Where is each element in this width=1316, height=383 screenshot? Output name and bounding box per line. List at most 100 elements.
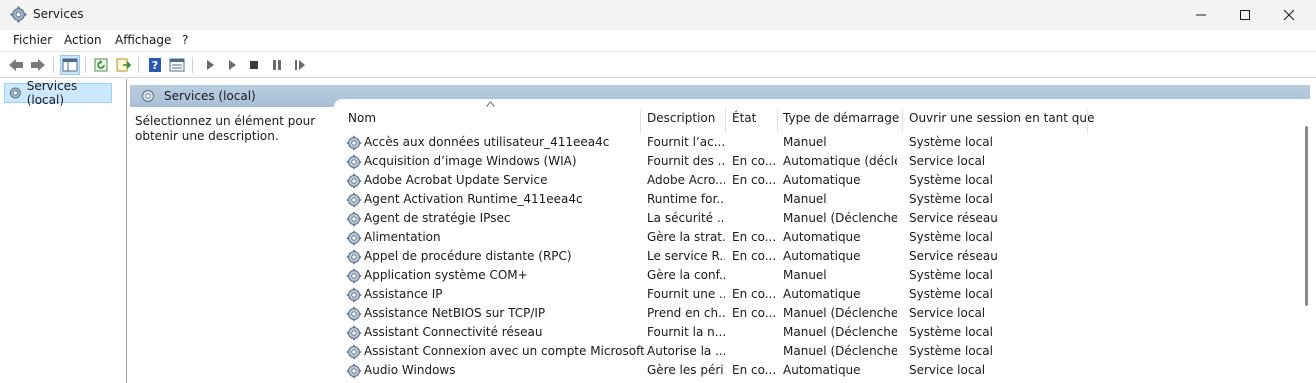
service-name: Application système COM+	[364, 268, 528, 282]
service-description: Le service R...	[647, 249, 725, 263]
service-startup-type: Automatique	[783, 363, 861, 377]
services-list: Nom Description État Type de démarrage O…	[334, 99, 1300, 383]
service-description: Gère les péri...	[647, 363, 725, 377]
service-row[interactable]: Assistant Connectivité réseau Fournit la …	[346, 323, 1106, 342]
service-startup-type: Automatique	[783, 230, 861, 244]
service-logon-as: Service local	[909, 363, 986, 377]
service-row[interactable]: Appel de procédure distante (RPC) Le serv…	[346, 247, 1106, 266]
service-startup-type: Manuel (Déclenche...	[783, 325, 897, 339]
service-gear-icon	[346, 230, 362, 246]
service-gear-icon	[346, 211, 362, 227]
forward-button[interactable]	[28, 55, 48, 75]
service-description: Runtime for...	[647, 192, 725, 206]
service-name: Agent de stratégie IPsec	[364, 211, 511, 225]
service-description: Fournit des ...	[647, 154, 725, 168]
service-gear-icon	[346, 154, 362, 170]
service-startup-type: Manuel (Déclenche...	[783, 211, 897, 225]
forward-arrow-icon	[31, 59, 45, 71]
service-row[interactable]: Assistant Connexion avec un compte Micro…	[346, 342, 1106, 361]
back-button[interactable]	[6, 55, 26, 75]
service-description: Gère la conf...	[647, 268, 725, 282]
column-divider[interactable]	[640, 109, 641, 133]
service-row[interactable]: Adobe Acrobat Update Service Adobe Acro..…	[346, 171, 1106, 190]
svg-text:?: ?	[152, 59, 158, 72]
show-hide-console-tree-button[interactable]	[60, 55, 80, 75]
service-name: Acquisition d’image Windows (WIA)	[364, 154, 577, 168]
toolbar-separator	[138, 57, 139, 73]
column-header-description[interactable]: Description	[647, 111, 715, 131]
services-gear-icon	[142, 90, 154, 102]
description-pane: Sélectionnez un élément pour obtenir une…	[130, 107, 334, 383]
service-startup-type: Manuel (Déclenche...	[783, 344, 897, 358]
service-name: Accès aux données utilisateur_411eea4c	[364, 135, 610, 149]
column-header-nom[interactable]: Nom	[348, 111, 376, 131]
panel-header-title: Services (local)	[164, 89, 256, 103]
column-divider[interactable]	[902, 109, 903, 133]
start-service-icon	[207, 60, 214, 70]
help-button[interactable]: ?	[145, 55, 165, 75]
service-description: Autorise la ...	[647, 344, 725, 358]
show-hide-tree-icon	[62, 58, 78, 72]
properties-icon	[169, 58, 185, 72]
service-description: Fournit une ...	[647, 287, 725, 301]
service-row[interactable]: Audio Windows Gère les péri... En co... Aut…	[346, 361, 1106, 380]
menu-bar: Fichier Action Affichage ?	[0, 30, 1316, 52]
stop-service-button[interactable]	[244, 55, 264, 75]
maximize-button[interactable]	[1222, 0, 1268, 30]
tree-item-services-local[interactable]: Services (local)	[4, 79, 112, 107]
start-service-button[interactable]	[200, 55, 220, 75]
service-gear-icon	[346, 287, 362, 303]
toolbar: ?	[0, 52, 1316, 78]
service-status: En co...	[732, 363, 776, 377]
service-row[interactable]: Agent Activation Runtime_411eea4c Runtime…	[346, 190, 1106, 209]
service-row[interactable]: Acquisition d’image Windows (WIA) Fournit…	[346, 152, 1106, 171]
column-divider[interactable]	[1087, 109, 1088, 133]
service-logon-as: Système local	[909, 173, 993, 187]
maximize-icon	[1240, 10, 1250, 20]
service-name: Assistance IP	[364, 287, 443, 301]
description-text: Sélectionnez un élément pour obtenir une…	[135, 114, 316, 143]
help-icon: ?	[149, 58, 161, 72]
pause-service-button[interactable]	[267, 55, 287, 75]
minimize-button[interactable]	[1178, 0, 1224, 30]
services-gear-icon	[10, 6, 27, 23]
service-row[interactable]: Agent de stratégie IPsec La sécurité ... M…	[346, 209, 1106, 228]
menu-help[interactable]: ?	[182, 33, 188, 47]
service-startup-type: Automatique (décle...	[783, 154, 897, 168]
column-divider[interactable]	[725, 109, 726, 133]
service-description: Gère la strat...	[647, 230, 725, 244]
export-list-button[interactable]	[113, 55, 133, 75]
service-row[interactable]: Alimentation Gère la strat... En co... Auto…	[346, 228, 1106, 247]
start-alt-button[interactable]	[222, 55, 242, 75]
menu-action[interactable]: Action	[64, 33, 102, 47]
service-logon-as: Système local	[909, 344, 993, 358]
service-row[interactable]: Accès aux données utilisateur_411eea4c Fo…	[346, 133, 1106, 152]
column-header-type-demarrage[interactable]: Type de démarrage	[783, 111, 899, 131]
service-row[interactable]: Assistance IP Fournit une ... En co... Auto…	[346, 285, 1106, 304]
service-row[interactable]: Application système COM+ Gère la conf... M…	[346, 266, 1106, 285]
service-logon-as: Système local	[909, 287, 993, 301]
column-header-etat[interactable]: État	[732, 111, 756, 131]
service-row[interactable]: Assistance NetBIOS sur TCP/IP Prend en ch…	[346, 304, 1106, 323]
pause-service-icon	[273, 60, 281, 70]
scrollbar-thumb[interactable]	[1305, 126, 1308, 306]
properties-button[interactable]	[167, 55, 187, 75]
vertical-scrollbar[interactable]	[1300, 99, 1316, 383]
refresh-button[interactable]	[91, 55, 111, 75]
toolbar-separator	[53, 57, 54, 73]
service-logon-as: Service local	[909, 154, 986, 168]
close-button[interactable]	[1266, 0, 1312, 30]
menu-affichage[interactable]: Affichage	[115, 33, 171, 47]
service-logon-as: Service local	[909, 306, 986, 320]
restart-service-button[interactable]	[290, 55, 310, 75]
service-name: Assistance NetBIOS sur TCP/IP	[364, 306, 546, 320]
service-status: En co...	[732, 173, 776, 187]
service-name: Assistant Connectivité réseau	[364, 325, 543, 339]
restart-service-icon	[295, 60, 305, 70]
column-header-session[interactable]: Ouvrir une session en tant que	[909, 111, 1094, 131]
service-gear-icon	[346, 325, 362, 341]
column-divider[interactable]	[777, 109, 778, 133]
menu-fichier[interactable]: Fichier	[13, 33, 52, 47]
service-description: La sécurité ...	[647, 211, 725, 225]
close-icon	[1283, 9, 1295, 21]
